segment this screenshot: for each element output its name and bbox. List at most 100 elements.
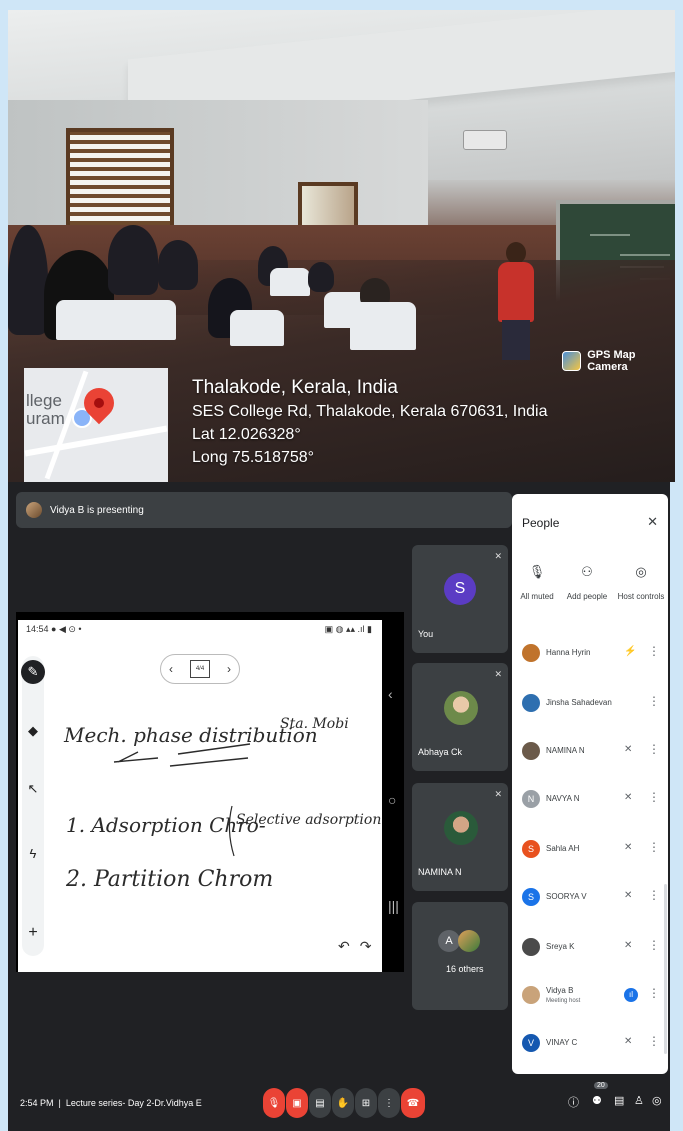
presenting-banner: Vidya B is presenting [16,492,512,528]
people-panel: People ✕ 🎙 All muted ⚇ Add people ◎ Host co… [512,494,668,1074]
speaking-icon: ıl [624,988,638,1002]
gps-camera-icon [562,351,582,371]
tile-abhaya[interactable]: ✕ Abhaya Ck [412,663,508,771]
more-icon[interactable]: ⋮ [648,790,660,804]
projector [463,130,507,150]
tile-namina[interactable]: ✕ NAMINA N [412,783,508,891]
location-title: Thalakode, Kerala, India [192,377,398,398]
mic-off-icon: ✕ [624,890,633,901]
avatar [444,691,478,725]
mic-off-icon: ✕ [494,789,502,799]
mic-off-icon: ✕ [494,551,502,561]
avatar [522,742,540,760]
avatar [522,694,540,712]
avatar [444,811,478,845]
participant-row[interactable]: S SOORYA V ✕ ⋮ [512,880,668,916]
mic-off-icon: ✕ [494,669,502,679]
map-thumbnail: llege uram [24,368,168,482]
avatar: N [522,790,540,808]
avatar: A [438,930,460,952]
camera-off-icon[interactable]: ▣ [286,1088,308,1118]
tile-you[interactable]: ✕ S You [412,545,508,653]
avatar: V [522,1034,540,1052]
participant-row[interactable]: V VINAY C ✕ ⋮ [512,1026,668,1062]
tile-label: You [418,629,434,639]
panel-title: People [522,516,560,530]
participant-row[interactable]: Jinsha Sahadevan ⋮ [512,686,668,722]
mic-off-icon: 🎙 [528,564,546,579]
add-people-button[interactable]: ⚇ Add people [562,564,612,601]
mic-off-icon: ✕ [624,842,633,853]
avatar [522,986,540,1004]
participant-row[interactable]: Hanna Hyrin ⚡ ⋮ [512,636,668,672]
handwriting-canvas: Mech. phase distribution Sta. Mobi 1. Ad… [63,716,381,892]
add-person-icon: ⚇ [581,564,593,579]
more-icon[interactable]: ⋮ [648,694,660,708]
more-icon[interactable]: ⋮ [648,1034,660,1048]
undo-icon[interactable]: ↶ [338,938,360,954]
presenter-avatar [26,502,42,518]
back-icon[interactable]: ‹ [388,686,393,702]
more-icon[interactable]: ⋮ [648,938,660,952]
mic-off-icon: ✕ [624,940,633,951]
info-icon[interactable]: ⓘ [568,1094,579,1110]
avatar [522,938,540,956]
tile-label: NAMINA N [418,867,462,877]
host-controls-icon[interactable]: ◎ [652,1094,662,1107]
ink-line-4: Selective adsorption [236,812,381,828]
more-icon[interactable]: ⋮ [648,986,660,1000]
gps-badge-label: GPS Map Camera [587,349,636,373]
mic-off-icon: ⚡ [624,646,637,657]
participant-row[interactable]: NAMINA N ✕ ⋮ [512,734,668,770]
home-icon[interactable]: ○ [388,792,396,808]
ink-line-5: 2. Partition Chrom [65,867,273,892]
address: SES College Rd, Thalakode, Kerala 670631… [192,403,548,420]
avatar: S [444,573,476,605]
avatar [458,930,480,952]
host-controls-button[interactable]: ◎ Host controls [616,564,666,601]
geo-stamp: Thalakode, Kerala, India SES College Rd,… [192,376,548,469]
meet-window: Vidya B is presenting 14:54 ● ◀ ⊙ • ▣ ◍ … [8,482,670,1131]
more-icon[interactable]: ⋮ [648,888,660,902]
raise-hand-icon[interactable]: ✋ [332,1088,354,1118]
tile-others[interactable]: A 16 others [412,902,508,1010]
participant-row[interactable]: S Sahla AH ✕ ⋮ [512,832,668,868]
captions-icon[interactable]: ▤ [309,1088,331,1118]
more-icon[interactable]: ⋮ [648,644,660,658]
tile-label: Abhaya Ck [418,747,463,757]
participant-row[interactable]: Sreya K ✕ ⋮ [512,930,668,966]
scrollbar[interactable] [664,884,667,1054]
present-icon[interactable]: ⊞ [355,1088,377,1118]
recents-icon[interactable]: ||| [388,898,399,914]
host-controls-icon: ◎ [635,564,647,579]
mic-off-icon: ✕ [624,1036,633,1047]
activities-icon[interactable]: ♙ [634,1094,644,1107]
shared-screen: 14:54 ● ◀ ⊙ • ▣ ◍ ▴▴ .ıl ▮ ✎ ◆ ↖ ϟ + ‹ 4… [18,620,382,972]
mic-off-icon: ✕ [624,744,633,755]
participant-row[interactable]: N NAVYA N ✕ ⋮ [512,782,668,818]
mic-off-icon: ✕ [624,792,633,803]
all-muted-button[interactable]: 🎙 All muted [512,564,562,601]
android-nav: ‹ ○ ||| [384,620,404,972]
teacher [496,242,536,362]
people-icon[interactable]: ⚉ [592,1094,602,1107]
people-count-badge: 20 [594,1082,608,1089]
close-icon[interactable]: ✕ [647,514,658,530]
mic-off-icon[interactable]: 🎙 [263,1088,285,1118]
avatar: S [522,840,540,858]
meeting-info: 2:54 PM | Lecture series- Day 2-Dr.Vidhy… [20,1098,202,1108]
avatar [522,644,540,662]
tile-label: 16 others [446,964,484,974]
latitude: Lat 12.026328° [192,426,301,443]
redo-icon[interactable]: ↷ [360,938,382,954]
control-bar: 2:54 PM | Lecture series- Day 2-Dr.Vidhy… [8,1078,670,1131]
more-icon[interactable]: ⋮ [648,742,660,756]
end-call-icon[interactable]: ☎ [401,1088,425,1118]
more-icon[interactable]: ⋮ [378,1088,400,1118]
ink-line-2: Sta. Mobi [280,716,349,732]
avatar: S [522,888,540,906]
more-icon[interactable]: ⋮ [648,840,660,854]
chat-icon[interactable]: ▤ [614,1094,624,1107]
presenting-text: Vidya B is presenting [50,504,144,516]
participant-row[interactable]: Vidya B Meeting host ıl ⋮ [512,978,668,1014]
